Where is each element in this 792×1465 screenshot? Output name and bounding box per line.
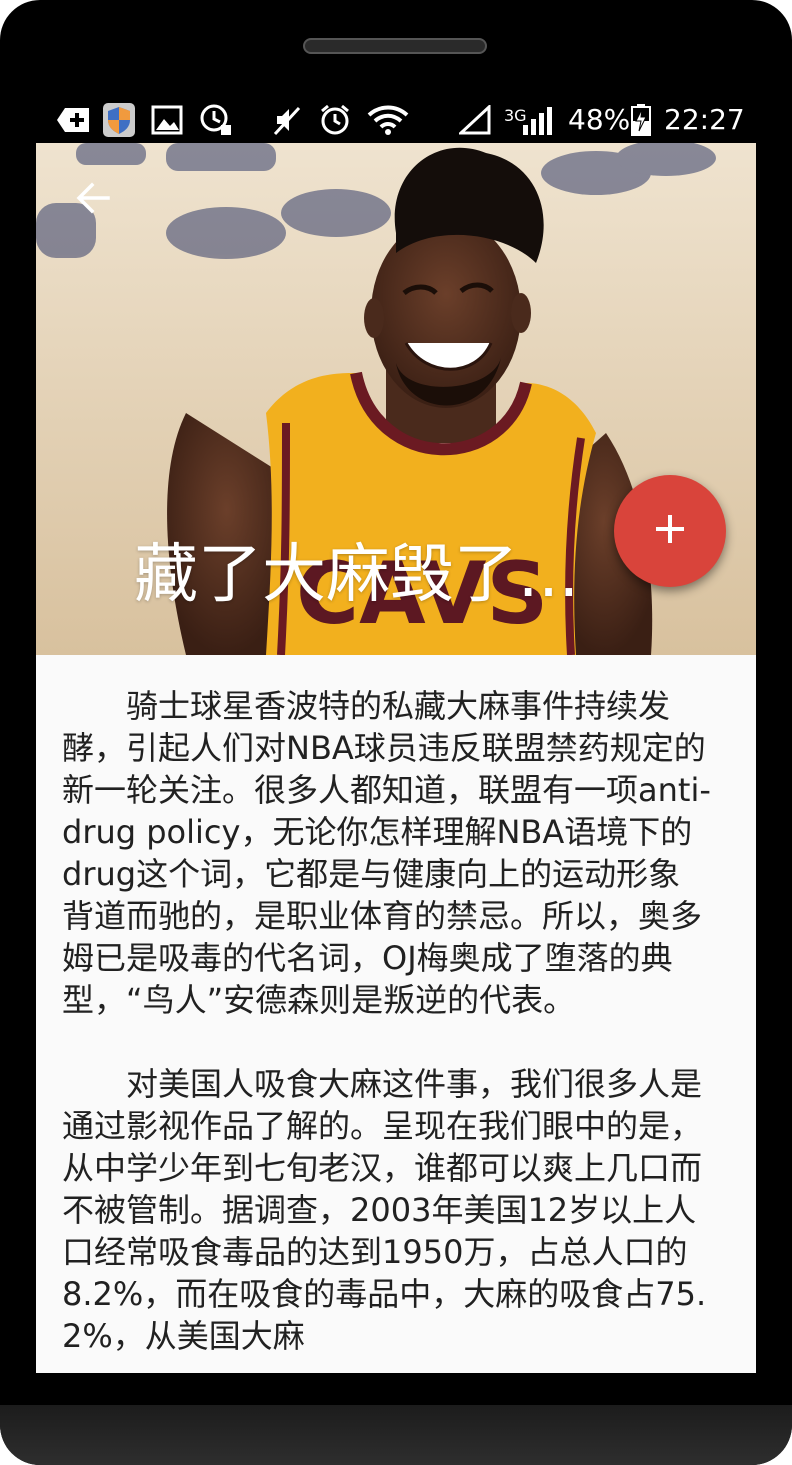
article-body: 骑士球星香波特的私藏大麻事件持续发酵，引起人们对NBA球员违反联盟禁药规定的新一… (62, 685, 712, 1373)
shield-icon (102, 103, 136, 137)
signal-empty-icon (458, 104, 492, 136)
bottom-bezel (0, 1405, 792, 1465)
article-paragraph: 对美国人吸食大麻这件事，我们很多人是通过影视作品了解的。呈现在我们眼中的是，从中… (62, 1065, 707, 1355)
battery-percent: 48% (568, 103, 631, 136)
arrow-back-icon (75, 180, 111, 220)
article-paragraph: 骑士球星香波特的私藏大麻事件持续发酵，引起人们对NBA球员违反联盟禁药规定的新一… (62, 687, 711, 1019)
wifi-icon (366, 104, 410, 136)
cleaner-icon (198, 104, 234, 136)
page-title: 藏了大麻毁了... (134, 538, 580, 612)
status-bar: 3G 48% 22:27 (36, 98, 756, 143)
image-icon (150, 104, 184, 136)
screen: 3G 48% 22:27 CAVS 藏了大麻毁了... 骑士球星香波特的私藏大麻… (36, 98, 756, 1373)
earpiece-speaker (303, 38, 487, 54)
phone-frame: 3G 48% 22:27 CAVS 藏了大麻毁了... 骑士球星香波特的私藏大麻… (0, 0, 792, 1465)
signal-icon (520, 104, 554, 136)
header-image: CAVS 藏了大麻毁了... (36, 143, 756, 655)
status-time: 22:27 (664, 103, 745, 136)
back-button[interactable] (66, 173, 120, 227)
alarm-icon (318, 104, 352, 136)
add-icon (56, 104, 90, 136)
add-fab-button[interactable] (614, 475, 726, 587)
plus-icon (654, 513, 686, 549)
battery-charging-icon (630, 104, 652, 136)
mute-icon (270, 104, 304, 136)
